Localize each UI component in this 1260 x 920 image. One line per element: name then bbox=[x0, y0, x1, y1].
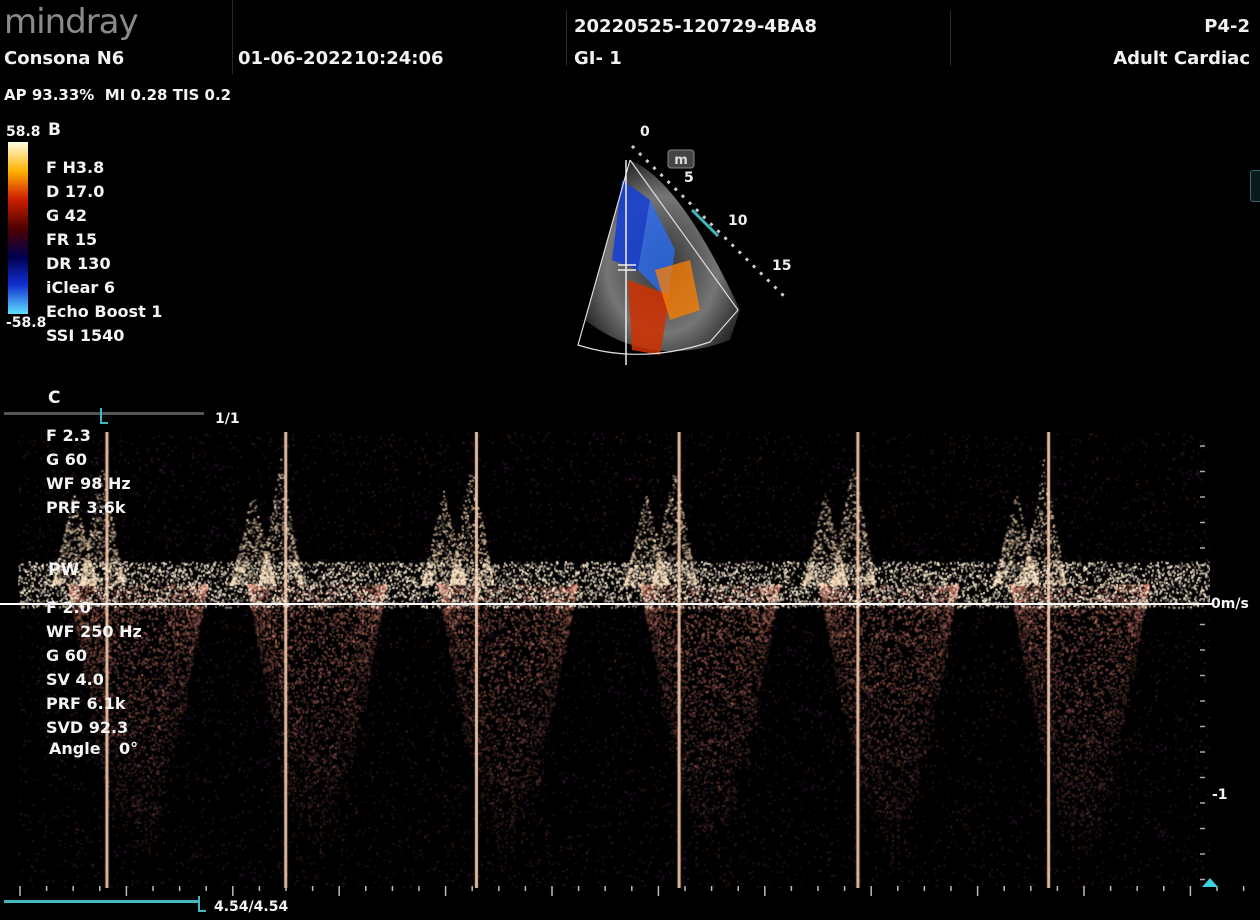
cine-position: 4.54/4.54 bbox=[214, 899, 289, 915]
color-param: WF 98 Hz bbox=[46, 474, 131, 493]
bmode-params: F H3.8 D 17.0 G 42 FR 15 DR 130 iClear 6… bbox=[46, 156, 162, 348]
bmode-sector-image: m 0 5 10 15 bbox=[577, 124, 791, 365]
bmode-param: F H3.8 bbox=[46, 158, 105, 177]
bmode-param: G 42 bbox=[46, 206, 87, 225]
angle-label: Angle bbox=[49, 739, 101, 758]
acoustic-output: AP 93.33% MI 0.28 TIS 0.2 bbox=[4, 86, 232, 104]
color-scale-min: -58.8 bbox=[6, 315, 47, 331]
exam-preset: Adult Cardiac bbox=[1113, 48, 1250, 69]
frame-page-indicator: 1/1 bbox=[215, 411, 240, 427]
gi-index: GI- 1 bbox=[574, 48, 622, 69]
bmode-param: D 17.0 bbox=[46, 182, 105, 201]
cine-slider[interactable] bbox=[4, 900, 200, 903]
color-mode-params: F 2.3 G 60 WF 98 Hz PRF 3.6k bbox=[46, 424, 131, 520]
device-model: Consona N6 bbox=[4, 48, 125, 69]
color-param: PRF 3.6k bbox=[46, 498, 126, 517]
pw-param: G 60 bbox=[46, 646, 87, 665]
scroll-marker-icon[interactable] bbox=[1202, 878, 1218, 887]
pw-param: F 2.0 bbox=[46, 598, 91, 617]
color-param: F 2.3 bbox=[46, 426, 91, 445]
depth-label: 15 bbox=[772, 258, 791, 274]
exam-date: 01-06-2022 bbox=[238, 48, 354, 69]
bmode-param: SSI 1540 bbox=[46, 326, 125, 345]
angle-value: 0° bbox=[119, 739, 139, 758]
pw-doppler-spectrum bbox=[18, 432, 1210, 888]
bmode-param: DR 130 bbox=[46, 254, 111, 273]
side-panel-tab[interactable] bbox=[1250, 170, 1260, 202]
bmode-param: Echo Boost 1 bbox=[46, 302, 163, 321]
depth-label: 10 bbox=[728, 213, 748, 229]
color-velocity-bar bbox=[8, 142, 28, 314]
pw-mode-label: PW bbox=[48, 560, 80, 580]
bmode-param: iClear 6 bbox=[46, 278, 115, 297]
doppler-baseline bbox=[0, 603, 1212, 605]
velocity-tick-label: -1 bbox=[1212, 787, 1228, 803]
time-axis bbox=[19, 886, 1245, 896]
color-scale-max: 58.8 bbox=[6, 124, 41, 140]
scale-marker: m bbox=[674, 153, 688, 168]
baseline-velocity-label: 0m/s bbox=[1211, 596, 1249, 612]
cine-slider-handle[interactable] bbox=[198, 896, 206, 912]
velocity-scale bbox=[1200, 445, 1205, 881]
color-mode-label: C bbox=[48, 388, 61, 408]
pw-param: PRF 6.1k bbox=[46, 694, 126, 713]
probe-name: P4-2 bbox=[1204, 16, 1250, 37]
depth-label: 5 bbox=[684, 170, 694, 186]
bmode-param: FR 15 bbox=[46, 230, 98, 249]
exam-id: 20220525-120729-4BA8 bbox=[574, 16, 817, 37]
cine-slider-top-handle[interactable] bbox=[100, 408, 108, 424]
color-param: G 60 bbox=[46, 450, 87, 469]
bmode-label: B bbox=[48, 120, 61, 140]
pw-mode-params: F 2.0 WF 250 Hz G 60 SV 4.0 PRF 6.1k SVD… bbox=[46, 596, 142, 740]
pw-param: WF 250 Hz bbox=[46, 622, 142, 641]
mindray-logo: mindray bbox=[4, 2, 139, 42]
pw-param: SV 4.0 bbox=[46, 670, 104, 689]
depth-label: 0 bbox=[640, 124, 650, 140]
cine-slider-fill bbox=[4, 900, 200, 903]
exam-time: 10:24:06 bbox=[354, 48, 444, 69]
